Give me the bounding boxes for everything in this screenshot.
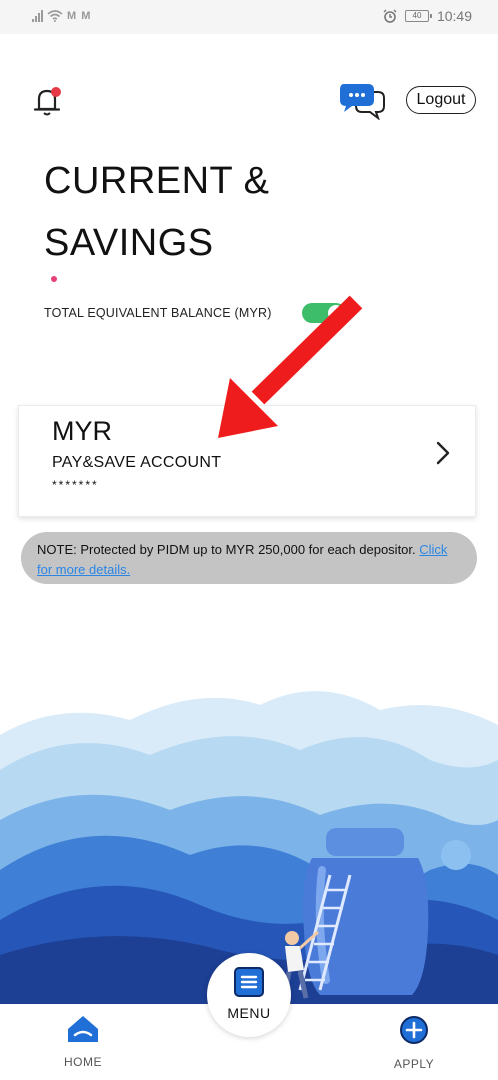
carrier-icons: M M — [67, 10, 92, 22]
balance-visibility-toggle[interactable] — [302, 303, 346, 323]
battery-level: 40 — [412, 11, 422, 20]
account-number-masked: ******* — [52, 478, 99, 492]
account-name: PAY&SAVE ACCOUNT — [52, 454, 222, 471]
menu-button[interactable]: MENU — [207, 953, 291, 1037]
status-right: 40 10:49 — [383, 8, 472, 24]
menu-label: MENU — [227, 1005, 271, 1021]
signal-icon — [32, 10, 43, 22]
menu-icon — [234, 967, 264, 997]
note-text: NOTE: Protected by PIDM up to MYR 250,00… — [37, 542, 416, 557]
status-time: 10:49 — [436, 8, 472, 24]
status-bar: M M 40 10:49 — [0, 0, 498, 34]
page-title-line1: CURRENT & — [44, 160, 270, 202]
toggle-knob — [328, 305, 344, 321]
pidm-note: NOTE: Protected by PIDM up to MYR 250,00… — [21, 532, 477, 584]
alarm-icon — [383, 9, 397, 23]
total-balance-label: TOTAL EQUIVALENT BALANCE (MYR) — [44, 306, 272, 320]
chat-icon[interactable] — [338, 80, 386, 120]
battery-icon: 40 — [404, 10, 432, 22]
plus-circle-icon — [400, 1016, 428, 1044]
status-left: M M — [32, 10, 91, 22]
indicator-dot — [51, 276, 57, 282]
page-title-line2: SAVINGS — [44, 222, 214, 264]
wifi-icon — [47, 10, 63, 22]
logout-button[interactable]: Logout — [406, 86, 476, 114]
nav-apply-label: APPLY — [393, 1057, 435, 1071]
page-title: CURRENT & SAVINGS — [44, 150, 364, 274]
chevron-right-icon — [436, 441, 450, 465]
account-currency: MYR — [52, 416, 112, 446]
account-card[interactable]: MYR PAY&SAVE ACCOUNT ******* — [18, 405, 476, 517]
nav-apply[interactable]: APPLY — [374, 1014, 454, 1071]
nav-home[interactable]: HOME — [43, 1014, 123, 1069]
bell-icon[interactable] — [30, 84, 64, 118]
home-icon — [68, 1016, 98, 1042]
nav-home-label: HOME — [64, 1055, 102, 1069]
